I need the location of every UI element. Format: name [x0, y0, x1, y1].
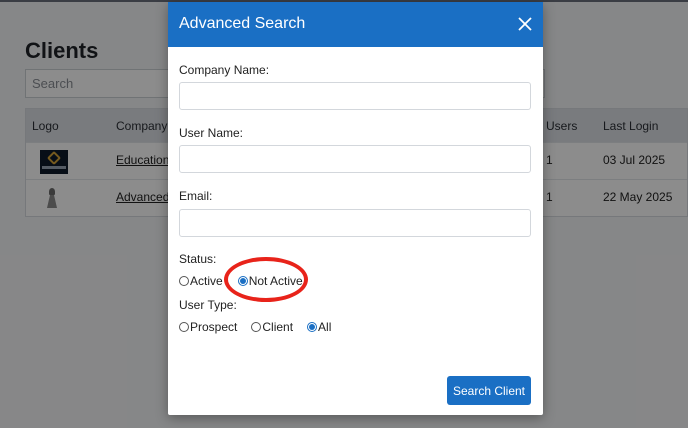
user-type-all-label: All — [318, 320, 332, 334]
status-label: Status: — [179, 252, 217, 266]
company-name-label: Company Name: — [179, 63, 270, 77]
user-type-prospect-radio[interactable] — [179, 322, 189, 332]
user-name-label: User Name: — [179, 126, 244, 140]
user-type-all-radio[interactable] — [307, 322, 318, 332]
user-type-option-all[interactable]: All — [307, 320, 331, 334]
advanced-search-modal: Advanced Search Company Name: User Name:… — [168, 2, 543, 415]
user-name-field[interactable] — [179, 145, 531, 173]
user-type-prospect-label: Prospect — [190, 320, 238, 334]
user-type-client-label: Client — [262, 320, 294, 334]
email-field[interactable] — [179, 209, 531, 237]
user-type-option-client[interactable]: Client — [251, 320, 293, 334]
status-option-active[interactable]: Active — [179, 274, 223, 288]
highlight-circle — [224, 257, 308, 302]
company-name-field[interactable] — [179, 82, 531, 110]
modal-header: Advanced Search — [168, 2, 543, 47]
user-type-option-prospect[interactable]: Prospect — [179, 320, 237, 334]
status-active-radio[interactable] — [179, 276, 189, 286]
status-active-label: Active — [190, 274, 223, 288]
user-type-client-radio[interactable] — [251, 322, 262, 332]
email-label: Email: — [179, 189, 213, 203]
user-type-label: User Type: — [179, 298, 237, 312]
modal-title: Advanced Search — [179, 15, 306, 32]
close-icon[interactable] — [516, 15, 534, 33]
search-client-button[interactable]: Search Client — [447, 376, 531, 405]
user-type-radio-group: Prospect Client All — [179, 320, 331, 334]
